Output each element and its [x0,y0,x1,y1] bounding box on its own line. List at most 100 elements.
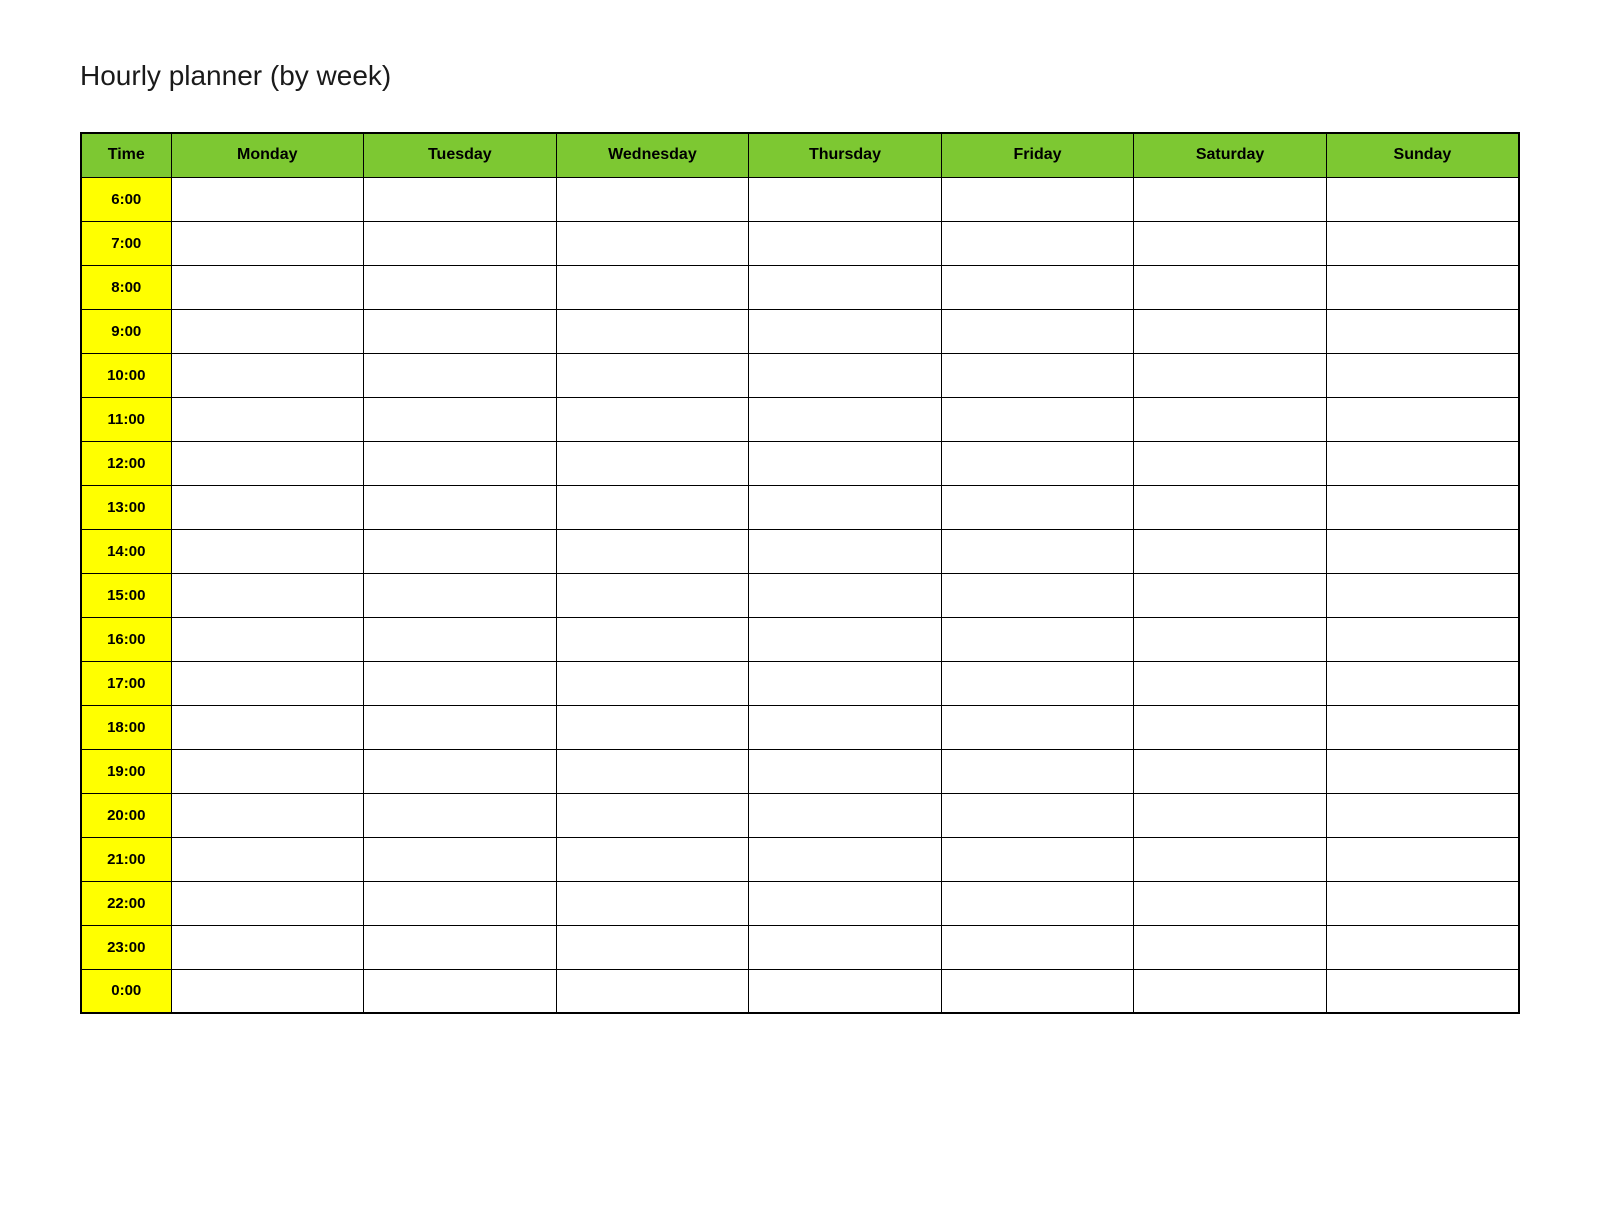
day-cell[interactable] [1134,793,1327,837]
day-cell[interactable] [364,353,557,397]
day-cell[interactable] [364,881,557,925]
day-cell[interactable] [171,881,364,925]
day-cell[interactable] [941,353,1134,397]
day-cell[interactable] [1326,441,1519,485]
day-cell[interactable] [1134,749,1327,793]
day-cell[interactable] [556,441,749,485]
day-cell[interactable] [171,661,364,705]
day-cell[interactable] [1134,221,1327,265]
day-cell[interactable] [1326,793,1519,837]
day-cell[interactable] [749,221,942,265]
day-cell[interactable] [364,177,557,221]
day-cell[interactable] [556,837,749,881]
day-cell[interactable] [556,705,749,749]
day-cell[interactable] [364,485,557,529]
day-cell[interactable] [1326,837,1519,881]
day-cell[interactable] [556,353,749,397]
day-cell[interactable] [749,837,942,881]
day-cell[interactable] [1134,353,1327,397]
day-cell[interactable] [364,705,557,749]
day-cell[interactable] [1326,749,1519,793]
day-cell[interactable] [171,749,364,793]
day-cell[interactable] [1134,441,1327,485]
day-cell[interactable] [556,793,749,837]
day-cell[interactable] [941,925,1134,969]
day-cell[interactable] [941,485,1134,529]
day-cell[interactable] [364,969,557,1013]
day-cell[interactable] [1326,177,1519,221]
day-cell[interactable] [364,573,557,617]
day-cell[interactable] [171,353,364,397]
day-cell[interactable] [556,881,749,925]
day-cell[interactable] [1326,529,1519,573]
day-cell[interactable] [1326,881,1519,925]
day-cell[interactable] [749,353,942,397]
day-cell[interactable] [364,749,557,793]
day-cell[interactable] [171,969,364,1013]
day-cell[interactable] [171,265,364,309]
day-cell[interactable] [171,793,364,837]
day-cell[interactable] [364,397,557,441]
day-cell[interactable] [171,485,364,529]
day-cell[interactable] [1134,397,1327,441]
day-cell[interactable] [171,705,364,749]
day-cell[interactable] [749,573,942,617]
day-cell[interactable] [556,969,749,1013]
day-cell[interactable] [1134,705,1327,749]
day-cell[interactable] [556,265,749,309]
day-cell[interactable] [1134,617,1327,661]
day-cell[interactable] [364,661,557,705]
day-cell[interactable] [556,529,749,573]
day-cell[interactable] [941,749,1134,793]
day-cell[interactable] [1134,529,1327,573]
day-cell[interactable] [1134,573,1327,617]
day-cell[interactable] [749,749,942,793]
day-cell[interactable] [749,265,942,309]
day-cell[interactable] [171,573,364,617]
day-cell[interactable] [941,881,1134,925]
day-cell[interactable] [364,221,557,265]
day-cell[interactable] [1134,309,1327,353]
day-cell[interactable] [749,661,942,705]
day-cell[interactable] [1326,221,1519,265]
day-cell[interactable] [171,617,364,661]
day-cell[interactable] [941,573,1134,617]
day-cell[interactable] [1134,969,1327,1013]
day-cell[interactable] [171,309,364,353]
day-cell[interactable] [171,529,364,573]
day-cell[interactable] [941,529,1134,573]
day-cell[interactable] [556,573,749,617]
day-cell[interactable] [749,177,942,221]
day-cell[interactable] [941,617,1134,661]
day-cell[interactable] [941,309,1134,353]
day-cell[interactable] [941,265,1134,309]
day-cell[interactable] [171,177,364,221]
day-cell[interactable] [364,793,557,837]
day-cell[interactable] [171,925,364,969]
day-cell[interactable] [364,265,557,309]
day-cell[interactable] [1326,661,1519,705]
day-cell[interactable] [1326,573,1519,617]
day-cell[interactable] [749,397,942,441]
day-cell[interactable] [171,397,364,441]
day-cell[interactable] [1326,705,1519,749]
day-cell[interactable] [1134,837,1327,881]
day-cell[interactable] [1134,881,1327,925]
day-cell[interactable] [749,925,942,969]
day-cell[interactable] [941,705,1134,749]
day-cell[interactable] [749,969,942,1013]
day-cell[interactable] [556,485,749,529]
day-cell[interactable] [556,177,749,221]
day-cell[interactable] [1134,485,1327,529]
day-cell[interactable] [749,485,942,529]
day-cell[interactable] [556,925,749,969]
day-cell[interactable] [749,793,942,837]
day-cell[interactable] [941,793,1134,837]
day-cell[interactable] [941,661,1134,705]
day-cell[interactable] [364,309,557,353]
day-cell[interactable] [941,441,1134,485]
day-cell[interactable] [1134,265,1327,309]
day-cell[interactable] [1326,309,1519,353]
day-cell[interactable] [556,617,749,661]
day-cell[interactable] [171,221,364,265]
